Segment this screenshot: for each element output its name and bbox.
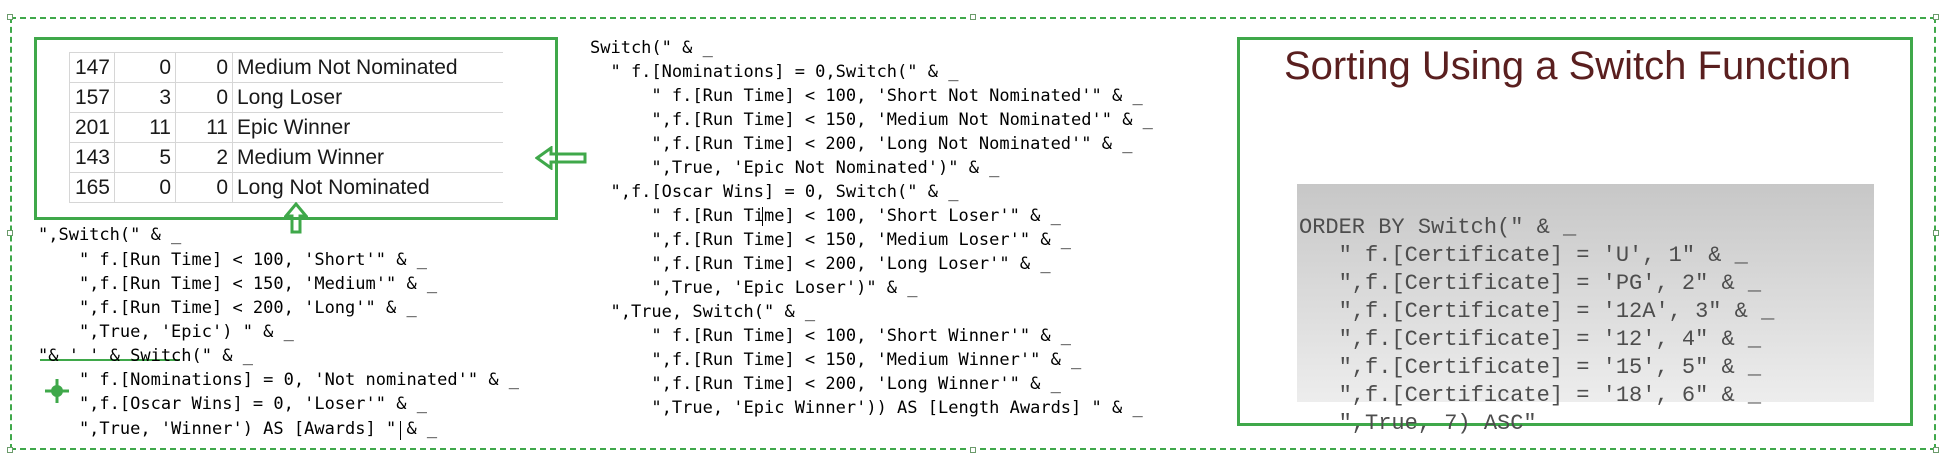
code-line: "& ' ' & Switch(" & _ (38, 346, 253, 366)
code-line: " f.[Run Time] < 100, 'Short'" & _ (38, 250, 427, 270)
oscar-wins-cell: 0 (175, 52, 233, 83)
code-line: ",True, 'Epic Winner')) AS [Length Award… (590, 398, 1143, 418)
resize-handle-tl[interactable] (7, 14, 13, 20)
code-line: ",f.[Run Time] < 150, 'Medium Not Nomina… (590, 110, 1153, 130)
code-line: ",True, 'Epic Loser')" & _ (590, 278, 918, 298)
length-awards-cell: Medium Winner (232, 142, 503, 173)
nominations-cell: 3 (114, 82, 176, 113)
length-awards-cell: Medium Not Nominated (232, 52, 503, 83)
resize-handle-tm[interactable] (970, 14, 976, 20)
oscar-wins-cell: 0 (175, 82, 233, 113)
nominations-cell: 0 (114, 52, 176, 83)
run-time-cell: 157 (69, 82, 115, 113)
table-row: 201 11 11 Epic Winner (69, 112, 503, 143)
run-time-cell: 143 (69, 142, 115, 173)
code-line: ",f.[Oscar Wins] = 0, 'Loser'" & _ (38, 394, 427, 414)
length-awards-cell: Long Loser (232, 82, 503, 113)
code-line: Switch(" & _ (590, 38, 713, 58)
arrow-up-icon (284, 202, 308, 234)
code-line: ",f.[Certificate] = '15', 5" & _ (1299, 355, 1762, 380)
run-time-cell: 165 (69, 172, 115, 203)
code-panel: ORDER BY Switch(" & _ " f.[Certificate] … (1297, 184, 1874, 436)
oscar-wins-cell: 11 (175, 112, 233, 143)
table-row: 165 0 0 Long Not Nominated (69, 172, 503, 203)
code-line: " f.[Run Time] < 100, 'Short Loser'" & _ (590, 206, 1061, 226)
resize-handle-mr[interactable] (1933, 230, 1939, 236)
code-line: ",f.[Oscar Wins] = 0, Switch(" & _ (590, 182, 959, 202)
code-line: ",Switch(" & _ (38, 225, 182, 245)
code-line: " f.[Nominations] = 0,Switch(" & _ (590, 62, 959, 82)
code-line: ",True, 7) ASC" (1299, 411, 1537, 436)
resize-handle-ml[interactable] (7, 230, 13, 236)
nominations-cell: 11 (114, 112, 176, 143)
code-line: " f.[Run Time] < 100, 'Short Not Nominat… (590, 86, 1143, 106)
oscar-wins-cell: 2 (175, 142, 233, 173)
code-line: " f.[Nominations] = 0, 'Not nominated'" … (38, 370, 520, 390)
length-awards-cell: Long Not Nominated (232, 172, 503, 203)
text-cursor (762, 207, 763, 226)
code-line: ",f.[Certificate] = 'PG', 2" & _ (1299, 271, 1762, 296)
code-line: ",True, 'Epic') " & _ (38, 322, 294, 342)
resize-handle-bm[interactable] (970, 447, 976, 453)
code-line: ",f.[Run Time] < 150, 'Medium Winner'" &… (590, 350, 1082, 370)
slide-title: Sorting Using a Switch Function (1284, 44, 1851, 88)
code-line: ",f.[Run Time] < 200, 'Long Winner'" & _ (590, 374, 1061, 394)
resize-handle-br[interactable] (1933, 447, 1939, 453)
length-awards-cell: Epic Winner (232, 112, 503, 143)
nominations-cell: 5 (114, 142, 176, 173)
code-line: ",f.[Run Time] < 150, 'Medium Loser'" & … (590, 230, 1072, 250)
results-table: 147 0 0 Medium Not Nominated 157 3 0 Lon… (69, 52, 503, 203)
resize-handle-tr[interactable] (1933, 14, 1939, 20)
slide-panel: Sorting Using a Switch Function ORDER BY… (1237, 37, 1913, 436)
resize-handle-bl[interactable] (7, 447, 13, 453)
text-cursor (400, 421, 401, 440)
code-line: ",f.[Run Time] < 200, 'Long'" & _ (38, 298, 417, 318)
code-line: ",f.[Certificate] = '18', 6" & _ (1299, 383, 1762, 408)
code-line: ",f.[Certificate] = '12', 4" & _ (1299, 327, 1762, 352)
code-line: " f.[Run Time] < 100, 'Short Winner'" & … (590, 326, 1072, 346)
table-row: 157 3 0 Long Loser (69, 82, 503, 113)
code-line: ",True, 'Epic Not Nominated')" & _ (590, 158, 1000, 178)
code-line: ",f.[Certificate] = '12A', 3" & _ (1299, 299, 1775, 324)
code-line: ",f.[Run Time] < 150, 'Medium'" & _ (38, 274, 438, 294)
code-line: ",f.[Run Time] < 200, 'Long Not Nominate… (590, 134, 1133, 154)
oscar-wins-cell: 0 (175, 172, 233, 203)
code-line: ",True, 'Winner') AS [Awards] " & _ (38, 419, 438, 439)
nominations-cell: 0 (114, 172, 176, 203)
code-line: ",True, Switch(" & _ (590, 302, 816, 322)
run-time-cell: 201 (69, 112, 115, 143)
arrow-left-icon (535, 146, 587, 170)
run-time-cell: 147 (69, 52, 115, 83)
table-row: 147 0 0 Medium Not Nominated (69, 52, 503, 83)
code-line: ",f.[Run Time] < 200, 'Long Loser'" & _ (590, 254, 1051, 274)
spreadsheet-excerpt: 147 0 0 Medium Not Nominated 157 3 0 Lon… (34, 37, 558, 220)
code-line: ORDER BY Switch(" & _ (1299, 215, 1577, 240)
table-row: 143 5 2 Medium Winner (69, 142, 503, 173)
code-line: " f.[Certificate] = 'U', 1" & _ (1299, 243, 1748, 268)
